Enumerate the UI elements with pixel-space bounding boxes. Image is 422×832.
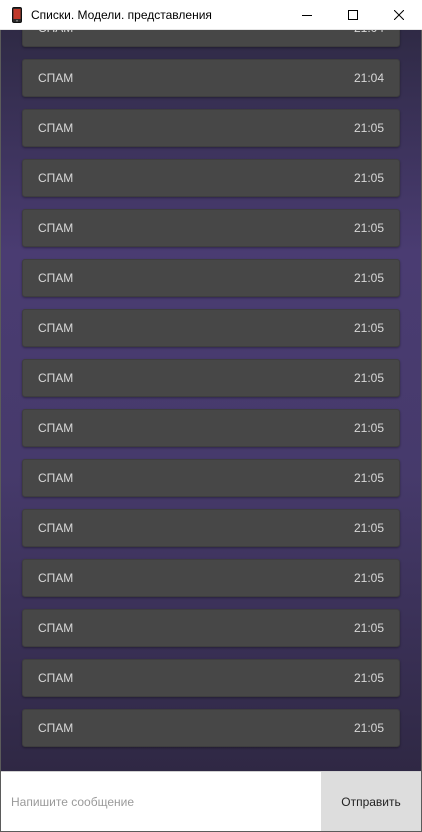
message-text: СПАМ [38,571,74,585]
message-item[interactable]: СПАМ 21:05 [22,609,400,647]
message-text: СПАМ [38,221,74,235]
minimize-icon [302,15,312,16]
message-item[interactable]: СПАМ 21:05 [22,259,400,297]
message-time: 21:05 [353,221,384,235]
message-item[interactable]: СПАМ 21:05 [22,209,400,247]
message-item[interactable]: СПАМ 21:05 [22,159,400,197]
message-text: СПАМ [38,671,74,685]
message-time: 21:05 [353,621,384,635]
composer-bar: Отправить [1,771,421,831]
message-time: 21:05 [353,271,384,285]
message-item[interactable]: СПАМ 21:05 [22,459,400,497]
message-input[interactable] [1,772,321,831]
message-item[interactable]: СПАМ 21:05 [22,309,400,347]
message-time: 21:05 [353,571,384,585]
message-text: СПАМ [38,521,74,535]
maximize-icon [348,10,358,20]
send-button[interactable]: Отправить [321,772,421,831]
minimize-button[interactable] [284,0,330,30]
message-text: СПАМ [38,421,74,435]
message-time: 21:05 [353,421,384,435]
close-icon [394,10,404,20]
message-time: 21:05 [353,321,384,335]
message-item[interactable]: СПАМ 21:05 [22,409,400,447]
title-bar: Списки. Модели. представления [0,0,422,30]
message-text: СПАМ [38,321,74,335]
close-button[interactable] [376,0,422,30]
message-time: 21:05 [353,121,384,135]
message-text: СПАМ [38,30,73,35]
phone-app-icon [9,6,25,23]
message-time: 21:04 [353,71,384,85]
message-item[interactable]: СПАМ 21:04 [22,30,400,47]
message-item[interactable]: СПАМ 21:04 [22,59,400,97]
maximize-button[interactable] [330,0,376,30]
message-item[interactable]: СПАМ 21:05 [22,559,400,597]
message-item[interactable]: СПАМ 21:05 [22,709,400,747]
message-time: 21:05 [353,721,384,735]
message-text: СПАМ [38,171,74,185]
message-text: СПАМ [38,471,74,485]
window-title: Списки. Модели. представления [31,7,212,22]
message-item[interactable]: СПАМ 21:05 [22,509,400,547]
message-text: СПАМ [38,71,74,85]
message-time: 21:05 [353,371,384,385]
message-time: 21:05 [353,671,384,685]
message-time: 21:05 [353,171,384,185]
window-controls [284,0,422,30]
message-item[interactable]: СПАМ 21:05 [22,359,400,397]
message-text: СПАМ [38,121,74,135]
message-text: СПАМ [38,721,74,735]
window-frame-left [0,30,1,832]
message-text: СПАМ [38,371,74,385]
message-time: 21:05 [353,521,384,535]
message-item[interactable]: СПАМ 21:05 [22,659,400,697]
message-text: СПАМ [38,621,74,635]
message-item[interactable]: СПАМ 21:05 [22,109,400,147]
message-time: 21:04 [354,30,384,35]
message-time: 21:05 [353,471,384,485]
message-text: СПАМ [38,271,74,285]
message-list-view[interactable]: СПАМ21:04СПАМ21:04СПАМ21:05СПАМ21:05СПАМ… [1,30,421,771]
